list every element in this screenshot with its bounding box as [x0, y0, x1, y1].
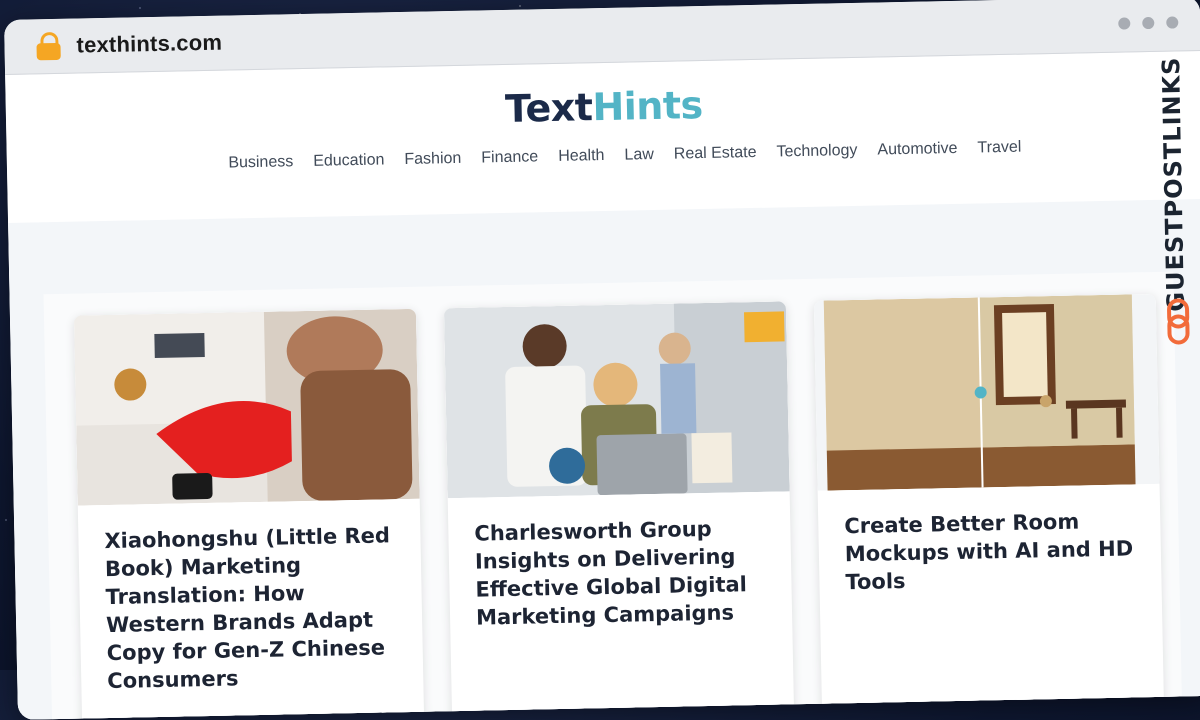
nav-item-health[interactable]: Health — [558, 147, 605, 166]
guestpostlinks-label: GUESTPOSTLINKS — [1156, 56, 1191, 312]
nav-item-real-estate[interactable]: Real Estate — [674, 144, 757, 164]
nav-item-fashion[interactable]: Fashion — [404, 150, 461, 169]
browser-window: texthints.com TextHints Business Educati… — [4, 0, 1200, 720]
web-page: TextHints Business Education Fashion Fin… — [5, 50, 1200, 720]
post-card[interactable]: Charlesworth Group Insights on Deliverin… — [443, 301, 795, 720]
nav-item-law[interactable]: Law — [624, 146, 654, 165]
logo-hints-part: Hints — [592, 83, 704, 130]
nav-item-finance[interactable]: Finance — [481, 148, 538, 167]
post-title[interactable]: Xiaohongshu (Little Red Book) Marketing … — [78, 499, 424, 718]
site-header: TextHints Business Education Fashion Fin… — [5, 51, 1200, 223]
nav-item-automotive[interactable]: Automotive — [877, 140, 957, 160]
window-menu-dots[interactable] — [1118, 16, 1179, 30]
post-title[interactable]: Charlesworth Group Insights on Deliverin… — [448, 491, 793, 654]
post-title[interactable]: Create Better Room Mockups with AI and H… — [818, 484, 1163, 619]
logo-text-part: Text — [504, 85, 593, 131]
nav-item-travel[interactable]: Travel — [977, 139, 1021, 158]
nav-item-business[interactable]: Business — [228, 153, 293, 172]
dot-icon — [1142, 16, 1155, 30]
post-card[interactable]: Xiaohongshu (Little Red Book) Marketing … — [73, 308, 425, 720]
post-thumbnail-crafting[interactable] — [73, 308, 420, 506]
content-area: Xiaohongshu (Little Red Book) Marketing … — [8, 198, 1200, 720]
dot-icon — [1166, 16, 1179, 29]
post-card[interactable]: Create Better Room Mockups with AI and H… — [813, 293, 1165, 720]
post-thumbnail-office[interactable] — [443, 301, 790, 499]
post-thumbnail-room[interactable] — [813, 293, 1160, 491]
main-nav: Business Education Fashion Finance Healt… — [47, 135, 1200, 176]
dot-icon — [1118, 17, 1131, 30]
chain-link-icon — [1167, 298, 1190, 345]
guestpostlinks-badge: GUESTPOSTLINKS — [1153, 56, 1199, 357]
post-grid: Xiaohongshu (Little Red Book) Marketing … — [43, 271, 1183, 720]
url-text[interactable]: texthints.com — [76, 30, 222, 59]
lock-icon — [36, 31, 61, 61]
nav-item-technology[interactable]: Technology — [776, 142, 857, 162]
nav-item-education[interactable]: Education — [313, 151, 385, 170]
